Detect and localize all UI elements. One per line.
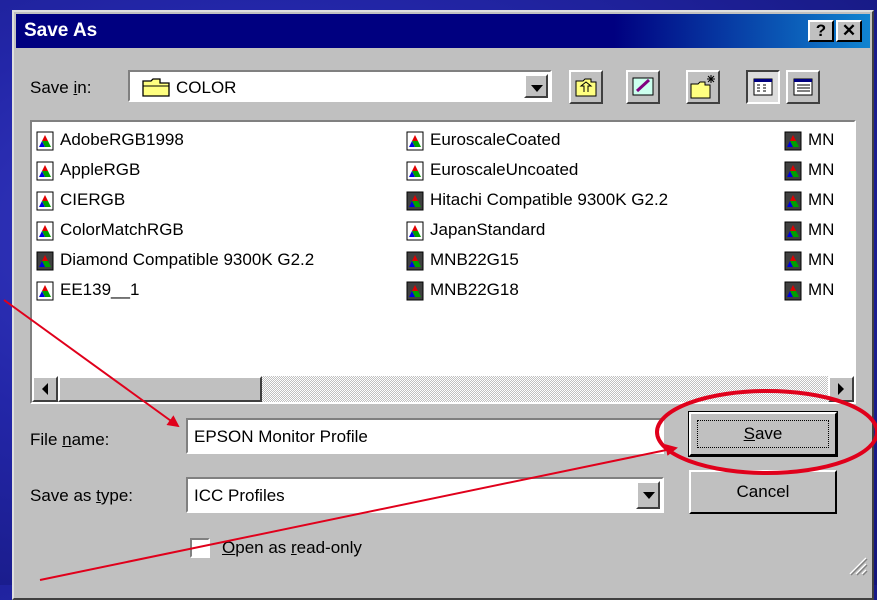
file-name-text: AdobeRGB1998 [60, 130, 184, 149]
file-name-label: File name: [30, 430, 110, 449]
file-name-text: AppleRGB [60, 160, 141, 179]
up-folder-icon [575, 78, 597, 97]
file-name-text: EE139__1 [60, 280, 140, 299]
scrollbar-thumb[interactable] [58, 376, 262, 402]
save-as-type-combo[interactable]: ICC Profiles [186, 477, 664, 513]
icc-profile-icon [36, 281, 54, 301]
save-in-dropdown-button[interactable] [524, 74, 548, 98]
file-list-item[interactable]: MNB22G15 [406, 247, 519, 273]
icc-profile-icon [36, 251, 54, 271]
icc-profile-icon [36, 161, 54, 181]
file-list-item[interactable]: MN [784, 277, 834, 303]
file-name-text: CIERGB [60, 190, 126, 209]
save-as-type-value: ICC Profiles [194, 486, 285, 505]
desktop-icon [632, 77, 654, 96]
file-name-text: MN [808, 280, 835, 299]
close-icon: ✕ [841, 21, 857, 40]
title-bar[interactable]: Save As [16, 14, 870, 48]
file-list-item[interactable]: EuroscaleUncoated [406, 157, 578, 183]
icc-profile-icon [406, 131, 424, 151]
file-name-text: MN [808, 250, 835, 269]
save-as-dialog: Save As ? ✕ Save in: COLOR AdobeRGB1998 … [12, 10, 874, 600]
file-list-item[interactable]: MNB22G18 [406, 277, 519, 303]
save-in-value: COLOR [176, 78, 237, 97]
list-view-button[interactable] [746, 70, 780, 104]
file-name-text: MNB22G18 [430, 280, 519, 299]
file-list-item[interactable]: AdobeRGB1998 [36, 127, 184, 153]
icc-profile-icon [406, 251, 424, 271]
arrow-left-icon [42, 383, 48, 395]
dialog-title: Save As [24, 20, 98, 41]
file-list-item[interactable]: JapanStandard [406, 217, 545, 243]
file-name-value: EPSON Monitor Profile [194, 427, 368, 446]
file-list-item[interactable]: Diamond Compatible 9300K G2.2 [36, 247, 314, 273]
file-name-text: MNB22G15 [430, 250, 519, 269]
file-list-item[interactable]: ColorMatchRGB [36, 217, 184, 243]
icc-profile-icon [406, 191, 424, 211]
icc-profile-icon [406, 161, 424, 181]
create-new-folder-button[interactable] [686, 70, 720, 104]
icc-profile-icon [36, 221, 54, 241]
resize-grip-icon [849, 557, 868, 576]
icc-profile-icon [784, 161, 802, 181]
help-button[interactable]: ? [808, 20, 834, 42]
file-name-text: Hitachi Compatible 9300K G2.2 [430, 190, 669, 209]
file-name-text: MN [808, 160, 835, 179]
file-list-item[interactable]: MN [784, 247, 834, 273]
file-name-text: MN [808, 190, 835, 209]
details-view-button[interactable] [786, 70, 820, 104]
new-folder-icon [690, 75, 715, 99]
file-list-item[interactable]: Hitachi Compatible 9300K G2.2 [406, 187, 668, 213]
icc-profile-icon [784, 281, 802, 301]
file-list-item[interactable]: MN [784, 187, 834, 213]
details-view-icon [793, 78, 813, 96]
file-name-text: EuroscaleCoated [430, 130, 561, 149]
read-only-label: Open as read-only [222, 538, 362, 557]
file-name-input[interactable]: EPSON Monitor Profile [186, 418, 664, 454]
file-name-text: JapanStandard [430, 220, 546, 239]
scroll-right-button[interactable] [828, 376, 854, 402]
file-list-item[interactable]: MN [784, 127, 834, 153]
icc-profile-icon [784, 131, 802, 151]
file-list-item[interactable]: EE139__1 [36, 277, 139, 303]
close-button[interactable]: ✕ [836, 20, 862, 42]
save-in-combo[interactable]: COLOR [128, 70, 552, 102]
file-name-text: MN [808, 220, 835, 239]
desktop-button[interactable] [626, 70, 660, 104]
cancel-button[interactable]: Cancel [689, 470, 837, 514]
save-as-type-label: Save as type: [30, 486, 134, 505]
icc-profile-icon [36, 191, 54, 211]
file-name-text: ColorMatchRGB [60, 220, 184, 239]
save-as-type-dropdown-button[interactable] [636, 481, 660, 509]
file-name-text: Diamond Compatible 9300K G2.2 [60, 250, 315, 269]
arrow-right-icon [838, 383, 844, 395]
folder-icon [142, 78, 170, 97]
read-only-checkbox[interactable] [190, 538, 210, 558]
icc-profile-icon [406, 281, 424, 301]
file-name-text: MN [808, 130, 835, 149]
icc-profile-icon [784, 221, 802, 241]
scroll-left-button[interactable] [32, 376, 58, 402]
file-list-item[interactable]: MN [784, 217, 834, 243]
save-in-label: Save in: [30, 78, 92, 97]
icc-profile-icon [406, 221, 424, 241]
icc-profile-icon [784, 251, 802, 271]
save-button[interactable]: Save [688, 411, 838, 457]
list-view-icon [753, 78, 773, 96]
file-list[interactable]: AdobeRGB1998 AppleRGB CIERGB ColorMatchRGB D… [30, 120, 856, 404]
horizontal-scrollbar[interactable] [32, 376, 854, 402]
file-list-item[interactable]: CIERGB [36, 187, 125, 213]
file-name-text: EuroscaleUncoated [430, 160, 579, 179]
icc-profile-icon [784, 191, 802, 211]
up-one-level-button[interactable] [569, 70, 603, 104]
icc-profile-icon [36, 131, 54, 151]
file-list-item[interactable]: EuroscaleCoated [406, 127, 560, 153]
file-list-item[interactable]: MN [784, 157, 834, 183]
file-list-item[interactable]: AppleRGB [36, 157, 140, 183]
